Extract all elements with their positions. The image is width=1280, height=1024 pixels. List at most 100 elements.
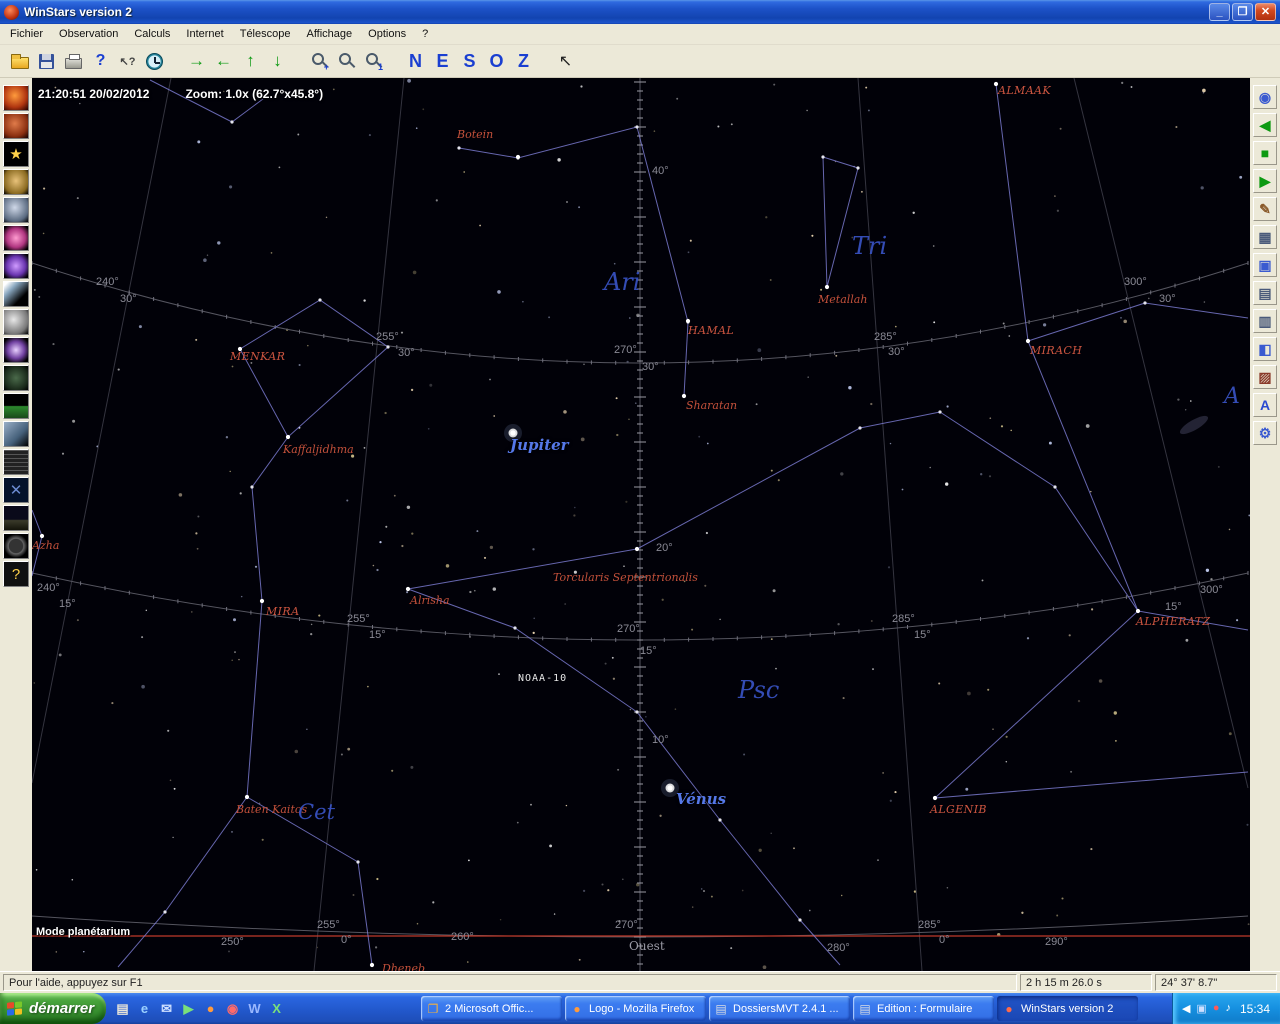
help-icon: ? — [96, 52, 106, 70]
task-edition[interactable]: ▤ Edition : Formulaire — [853, 996, 994, 1021]
nebula-purple-icon[interactable] — [3, 253, 29, 279]
back-view-button[interactable]: ← — [210, 48, 237, 75]
east-button[interactable]: E — [429, 48, 456, 75]
west-icon: O — [489, 51, 503, 72]
task-edition-label: Edition : Formulaire — [877, 1003, 972, 1015]
menu-item-1[interactable]: Fichier — [2, 25, 51, 43]
star-icon[interactable]: ★ — [3, 141, 29, 167]
step-back-icon[interactable]: ◀ — [1253, 113, 1277, 137]
menu-item-2[interactable]: Observation — [51, 25, 126, 43]
open-button[interactable] — [6, 48, 33, 75]
save-button[interactable] — [33, 48, 60, 75]
globe-icon[interactable]: ◉ — [1253, 85, 1277, 109]
south-button[interactable]: S — [456, 48, 483, 75]
text-label-icon[interactable]: A — [1253, 393, 1277, 417]
horizon-icon[interactable] — [3, 393, 29, 419]
screen-icon[interactable]: ▤ — [1253, 281, 1277, 305]
menu-item-6[interactable]: Affichage — [298, 25, 360, 43]
task-office[interactable]: ❐2 Microsoft Offic... — [421, 996, 562, 1021]
antivirus-tray-icon[interactable]: ● — [1213, 1002, 1220, 1015]
pan-mode-button[interactable]: ↖ — [552, 48, 579, 75]
firefox-icon[interactable]: ● — [202, 1000, 219, 1017]
zoom-default-button[interactable] — [333, 48, 360, 75]
dark-nebula-icon[interactable] — [3, 365, 29, 391]
zoom-1x-button[interactable]: 1 — [360, 48, 387, 75]
network-tray-icon[interactable]: ▣ — [1196, 1002, 1206, 1015]
pencil-icon[interactable]: ✎ — [1253, 197, 1277, 221]
task-dossiers-label: DossiersMVT 2.4.1 ... — [733, 1003, 839, 1015]
messenger-icon[interactable]: ◉ — [224, 1000, 241, 1017]
settings-gear-icon[interactable]: ⚙ — [1253, 421, 1277, 445]
print-button[interactable] — [60, 48, 87, 75]
photo-icon[interactable]: ▨ — [1253, 365, 1277, 389]
task-office-label: 2 Microsoft Offic... — [445, 1003, 533, 1015]
menu-item-7[interactable]: Options — [360, 25, 414, 43]
folder-icon — [11, 57, 29, 69]
nebula-pink-icon[interactable] — [3, 225, 29, 251]
task-dossiers[interactable]: ▤DossiersMVT 2.4.1 ... — [709, 996, 850, 1021]
main-area: ★ ✕? 21:20:51 20/02/2012 Zoom: 1.0x (62.7… — [0, 78, 1280, 971]
play-icon[interactable]: ▶ — [1253, 169, 1277, 193]
saturn-icon[interactable] — [3, 169, 29, 195]
maximize-button[interactable]: ❐ — [1232, 3, 1253, 21]
eclipse-icon[interactable] — [3, 533, 29, 559]
panel-icon[interactable] — [3, 449, 29, 475]
document-icon[interactable]: ▥ — [1253, 309, 1277, 333]
floppy-icon — [39, 54, 54, 69]
excel-icon[interactable]: X — [268, 1000, 285, 1017]
down-view-button[interactable]: ↓ — [264, 48, 291, 75]
word-icon[interactable]: W — [246, 1000, 263, 1017]
zoom-in-button[interactable]: + — [306, 48, 333, 75]
tray-chevron-icon[interactable]: ◀ — [1182, 1002, 1190, 1015]
task-edition-icon: ▤ — [858, 1002, 872, 1016]
north-icon: N — [409, 51, 422, 72]
help-button[interactable]: ? — [87, 48, 114, 75]
star-map[interactable]: 21:20:51 20/02/2012 Zoom: 1.0x (62.7°x45… — [32, 78, 1250, 971]
moon-icon[interactable] — [3, 309, 29, 335]
landscape-icon[interactable] — [3, 505, 29, 531]
internet-explorer-icon[interactable]: e — [136, 1000, 153, 1017]
planet-icon[interactable] — [3, 197, 29, 223]
stop-icon[interactable]: ■ — [1253, 141, 1277, 165]
sun-icon[interactable] — [3, 85, 29, 111]
menu-item-3[interactable]: Calculs — [126, 25, 178, 43]
volume-tray-icon[interactable]: ♪ — [1225, 1002, 1231, 1015]
menu-item-8[interactable]: ? — [414, 25, 436, 43]
clock-button[interactable] — [141, 48, 168, 75]
menu-item-5[interactable]: Télescope — [232, 25, 299, 43]
camera-icon[interactable]: ◧ — [1253, 337, 1277, 361]
start-button-label: démarrer — [29, 1000, 94, 1017]
mail-icon[interactable]: ✉ — [158, 1000, 175, 1017]
zenith-button[interactable]: Z — [510, 48, 537, 75]
tray-icons: ▣ ● ♪ — [1196, 1002, 1231, 1015]
status-elapsed-time: 2 h 15 m 26.0 s — [1020, 974, 1152, 991]
forward-view-button[interactable]: → — [183, 48, 210, 75]
show-desktop-icon[interactable]: ▤ — [114, 1000, 131, 1017]
context-help-button[interactable]: ↖? — [114, 48, 141, 75]
up-view-button[interactable]: ↑ — [237, 48, 264, 75]
close-button[interactable]: ✕ — [1255, 3, 1276, 21]
minimize-button[interactable]: _ — [1209, 3, 1230, 21]
calculator-icon[interactable]: ▦ — [1253, 225, 1277, 249]
satellite-icon[interactable] — [3, 421, 29, 447]
task-firefox-label: Logo - Mozilla Firefox — [589, 1003, 694, 1015]
task-firefox[interactable]: ●Logo - Mozilla Firefox — [565, 996, 706, 1021]
monitor-icon[interactable]: ▣ — [1253, 253, 1277, 277]
comet-icon[interactable] — [3, 281, 29, 307]
north-button[interactable]: N — [402, 48, 429, 75]
constellation-icon[interactable]: ✕ — [3, 477, 29, 503]
magnifier-modifier: + — [324, 62, 329, 72]
start-button[interactable]: démarrer — [0, 993, 106, 1024]
zenith-icon: Z — [518, 51, 529, 72]
sky-canvas — [32, 78, 1250, 971]
task-winstars[interactable]: ●WinStars version 2 — [997, 996, 1138, 1021]
mars-icon[interactable] — [3, 113, 29, 139]
map-zoom-level: Zoom: 1.0x (62.7°x45.8°) — [185, 87, 323, 101]
menu-item-4[interactable]: Internet — [178, 25, 231, 43]
west-button[interactable]: O — [483, 48, 510, 75]
magnifier-modifier: 1 — [378, 62, 383, 72]
find-object-icon[interactable]: ? — [3, 561, 29, 587]
galaxy-icon[interactable] — [3, 337, 29, 363]
media-player-icon[interactable]: ▶ — [180, 1000, 197, 1017]
magnifier-icon — [366, 53, 378, 65]
